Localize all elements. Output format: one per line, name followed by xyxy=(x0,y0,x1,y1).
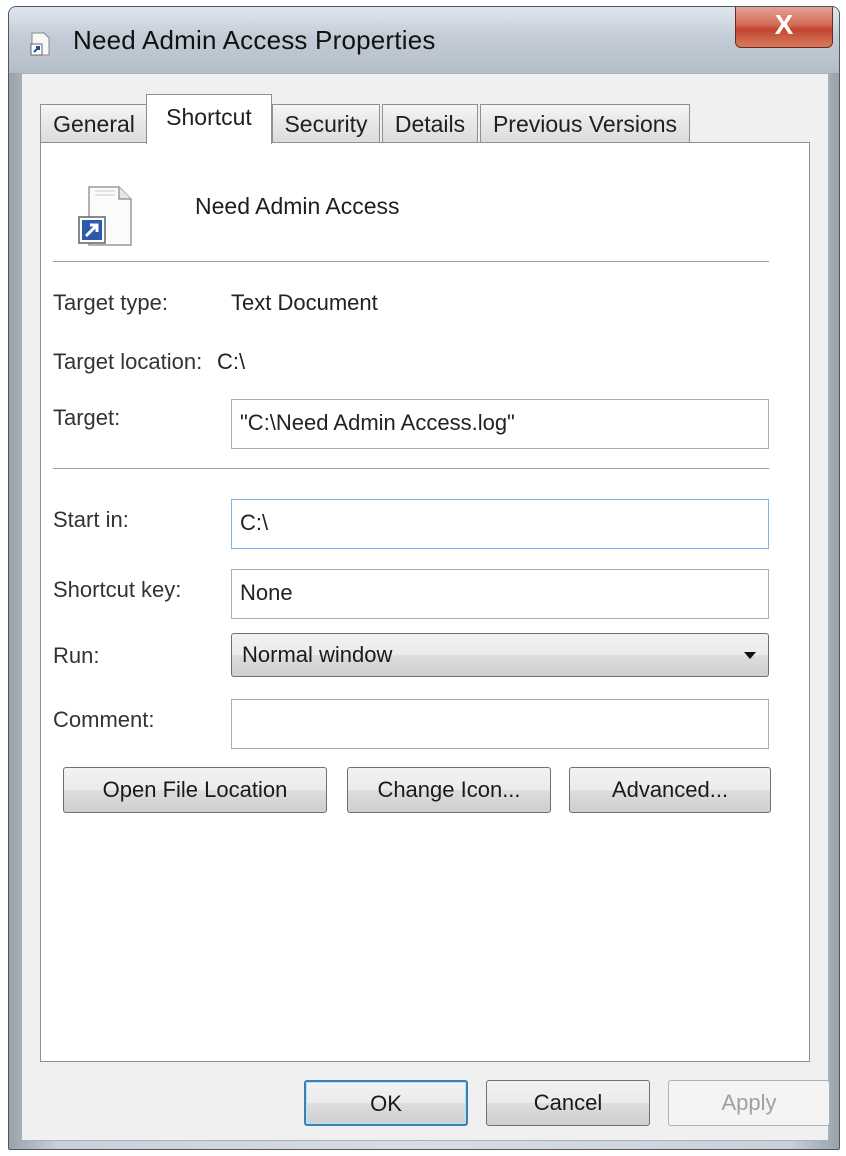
run-select-value: Normal window xyxy=(242,642,393,667)
shortcut-key-label: Shortcut key: xyxy=(53,577,182,602)
tab-general[interactable]: General xyxy=(40,104,148,142)
open-file-location-button[interactable]: Open File Location xyxy=(63,767,327,813)
shortcut-document-icon xyxy=(78,186,132,246)
target-type-label: Target type: xyxy=(53,290,168,315)
ok-button[interactable]: OK xyxy=(304,1080,468,1126)
target-location-label: Target location: xyxy=(53,349,203,374)
shortcut-file-icon xyxy=(30,32,50,56)
comment-label: Comment: xyxy=(53,707,155,732)
comment-field[interactable] xyxy=(231,699,769,749)
divider xyxy=(53,468,769,470)
run-label: Run: xyxy=(53,643,100,668)
target-label: Target: xyxy=(53,405,121,430)
close-button[interactable]: X xyxy=(735,7,833,48)
target-type-value: Text Document xyxy=(231,290,378,315)
target-field[interactable]: "C:\Need Admin Access.log" xyxy=(231,399,769,449)
tab-previous-versions[interactable]: Previous Versions xyxy=(480,104,690,142)
tab-shortcut[interactable]: Shortcut xyxy=(146,94,272,144)
dialog-body: General Shortcut Security Details Previo… xyxy=(21,73,830,1141)
change-icon-button[interactable]: Change Icon... xyxy=(347,767,551,813)
chevron-down-icon xyxy=(744,652,756,659)
title-bar[interactable]: Need Admin Access Properties X xyxy=(9,7,839,73)
tab-details[interactable]: Details xyxy=(382,104,478,142)
shortcut-panel: Need Admin Access Target type: Text Docu… xyxy=(40,142,810,1062)
apply-button[interactable]: Apply xyxy=(668,1080,830,1126)
cancel-button[interactable]: Cancel xyxy=(486,1080,650,1126)
tab-security[interactable]: Security xyxy=(272,104,380,142)
start-in-field[interactable]: C:\ xyxy=(231,499,769,549)
advanced-button[interactable]: Advanced... xyxy=(569,767,771,813)
window-title: Need Admin Access Properties xyxy=(73,25,436,55)
run-select[interactable]: Normal window xyxy=(231,633,769,677)
divider xyxy=(53,261,769,263)
shortcut-file-name: Need Admin Access xyxy=(195,193,400,219)
shortcut-key-field[interactable]: None xyxy=(231,569,769,619)
target-location-value: C:\ xyxy=(217,349,246,374)
properties-window: Need Admin Access Properties X General S… xyxy=(8,6,840,1150)
start-in-label: Start in: xyxy=(53,507,129,532)
